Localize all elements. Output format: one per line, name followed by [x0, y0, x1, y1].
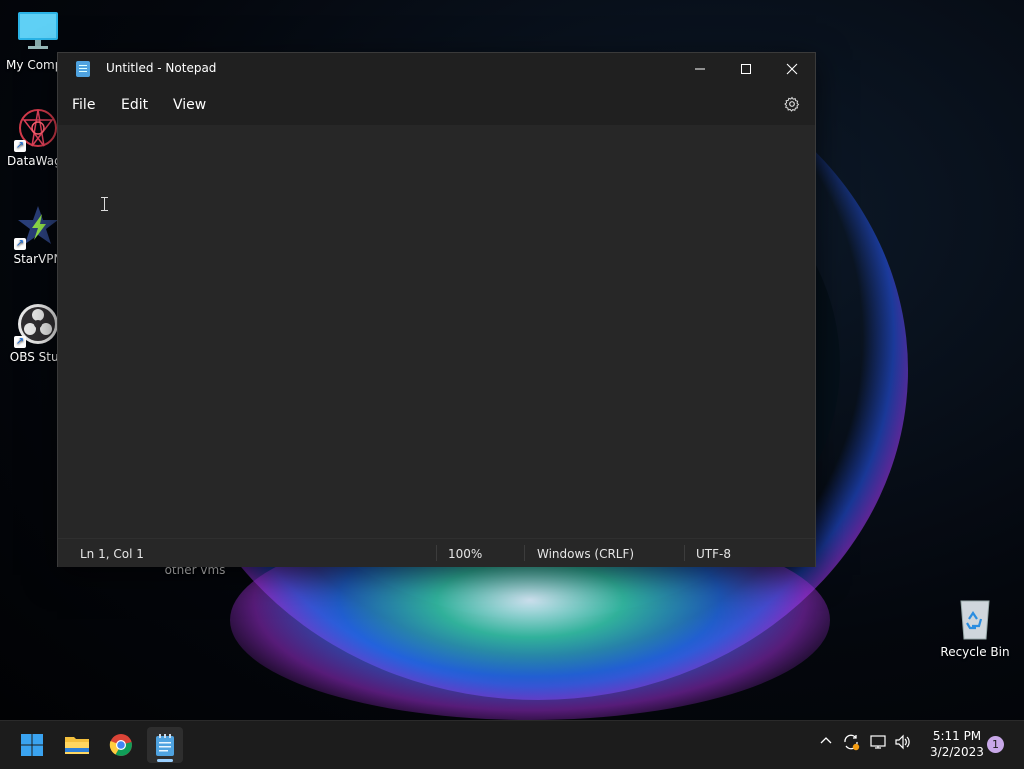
settings-button[interactable] [783, 96, 801, 114]
minimize-icon [695, 68, 705, 70]
show-hidden-icons-button[interactable] [820, 735, 832, 751]
status-divider [684, 545, 685, 561]
minimize-button[interactable] [677, 53, 723, 85]
start-icon [21, 734, 43, 756]
file-explorer-icon [65, 737, 89, 754]
shortcut-arrow-icon: ↗ [14, 140, 26, 152]
title-bar[interactable]: Untitled - Notepad [58, 53, 815, 85]
recycle-bin-icon [953, 597, 997, 641]
gear-icon [784, 96, 800, 112]
notification-badge[interactable]: 1 [987, 736, 1004, 753]
chrome-icon [109, 734, 132, 756]
notepad-window: Untitled - Notepad File Edit View Ln 1, … [57, 52, 816, 567]
window-title: Untitled - Notepad [106, 61, 217, 75]
status-zoom: 100% [448, 547, 483, 561]
volume-icon [895, 734, 910, 750]
starvpn-icon: ↗ [14, 204, 60, 250]
text-editor[interactable] [58, 125, 815, 538]
status-bar: Ln 1, Col 1 100% Windows (CRLF) UTF-8 [58, 538, 815, 567]
menu-view[interactable]: View [173, 97, 206, 113]
notepad-icon [156, 734, 174, 756]
notepad-icon [76, 61, 90, 77]
active-indicator [157, 759, 173, 762]
clock-time: 5:11 PM [932, 729, 982, 743]
menu-bar: File Edit View [58, 85, 815, 125]
desktop-icon-label: Recycle Bin [940, 645, 1010, 659]
close-button[interactable] [769, 53, 815, 85]
network-icon [870, 735, 886, 749]
datawagon-icon: ↗ [14, 106, 60, 152]
maximize-icon [741, 64, 751, 74]
sync-icon [844, 734, 860, 751]
status-line-ending: Windows (CRLF) [537, 547, 635, 561]
close-icon [786, 63, 798, 75]
taskbar-notepad[interactable] [147, 727, 183, 763]
clock[interactable]: 5:11 PM 3/2/2023 [920, 728, 994, 760]
status-position: Ln 1, Col 1 [80, 547, 144, 561]
chevron-up-icon [820, 737, 832, 744]
shortcut-arrow-icon: ↗ [14, 336, 26, 348]
sync-status-button[interactable] [842, 733, 860, 755]
status-divider [436, 545, 437, 561]
monitor-icon [16, 10, 60, 54]
obs-studio-icon: ↗ [14, 302, 60, 348]
start-button[interactable] [14, 727, 50, 763]
taskbar-chrome[interactable] [103, 727, 139, 763]
volume-button[interactable] [894, 734, 912, 754]
clock-date: 3/2/2023 [930, 745, 984, 759]
taskbar: 5:11 PM 3/2/2023 1 [0, 720, 1024, 769]
maximize-button[interactable] [723, 53, 769, 85]
desktop-icon-recycle-bin[interactable]: Recycle Bin [939, 597, 1011, 659]
status-encoding: UTF-8 [696, 547, 731, 561]
shortcut-arrow-icon: ↗ [14, 238, 26, 250]
network-button[interactable] [870, 734, 888, 754]
menu-file[interactable]: File [72, 97, 95, 113]
text-cursor-icon [101, 197, 108, 211]
taskbar-file-explorer[interactable] [59, 727, 95, 763]
status-divider [524, 545, 525, 561]
menu-edit[interactable]: Edit [121, 97, 148, 113]
